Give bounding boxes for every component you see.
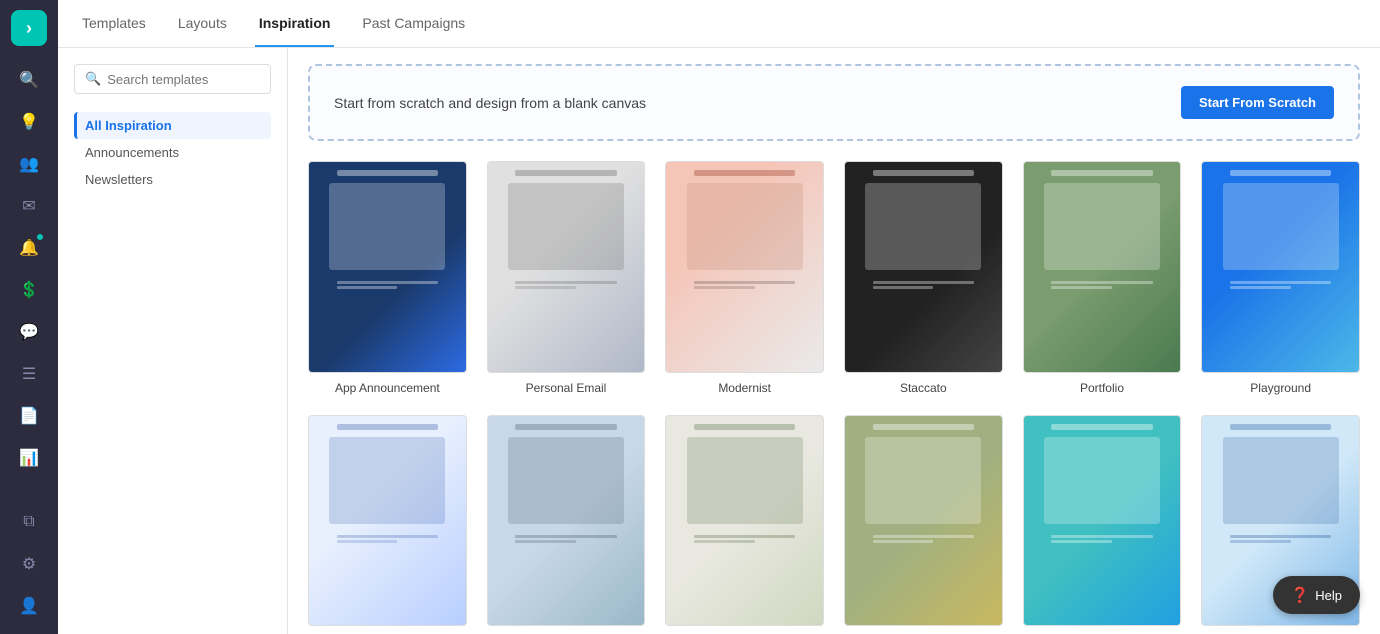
tab-past-campaigns[interactable]: Past Campaigns — [358, 1, 469, 47]
sidebar-chart-icon[interactable]: 📊 — [11, 440, 47, 476]
template-office[interactable]: Office — [487, 415, 646, 634]
thumb-office — [487, 415, 646, 627]
template-staccato[interactable]: Staccato — [844, 161, 1003, 395]
sidebar-dollar-icon[interactable]: 💲 — [11, 272, 47, 308]
template-modernist[interactable]: Modernist — [665, 161, 824, 395]
sidebar-layers-icon[interactable]: ⧉ — [11, 504, 47, 540]
thumb-new-app — [308, 415, 467, 627]
thumb-webinar — [665, 415, 824, 627]
scratch-text: Start from scratch and design from a bla… — [334, 95, 646, 111]
thumb-home-decor — [844, 415, 1003, 627]
sidebar-notification-icon[interactable]: 🔔 — [11, 230, 47, 266]
thumb-staccato — [844, 161, 1003, 373]
help-button[interactable]: ❓ Help — [1273, 576, 1360, 614]
start-from-scratch-button[interactable]: Start From Scratch — [1181, 86, 1334, 119]
scratch-banner: Start from scratch and design from a bla… — [308, 64, 1360, 141]
tab-layouts[interactable]: Layouts — [174, 1, 231, 47]
search-icon: 🔍 — [85, 71, 101, 87]
sidebar-lightbulb-icon[interactable]: 💡 — [11, 104, 47, 140]
sidebar-chat-icon[interactable]: 💬 — [11, 314, 47, 350]
template-grid-row1: App Announcement Personal Ema — [308, 161, 1360, 395]
templates-area: Start from scratch and design from a bla… — [288, 48, 1380, 634]
filter-all-inspiration[interactable]: All Inspiration — [74, 112, 271, 139]
main-content: Templates Layouts Inspiration Past Campa… — [58, 0, 1380, 634]
template-grid-row2: New App Office — [308, 415, 1360, 634]
thumb-playground — [1201, 161, 1360, 373]
sidebar: › 🔍 💡 👥 ✉ 🔔 💲 💬 ☰ 📄 📊 ⧉ ⚙ 👤 — [0, 0, 58, 634]
thumb-modernist — [665, 161, 824, 373]
sidebar-list-icon[interactable]: ☰ — [11, 356, 47, 392]
template-label: Portfolio — [1080, 381, 1124, 395]
sidebar-search-icon[interactable]: 🔍 — [11, 62, 47, 98]
sidebar-user-icon[interactable]: 👤 — [11, 588, 47, 624]
template-label: Staccato — [900, 381, 947, 395]
template-announcement[interactable]: Announcement — [1023, 415, 1182, 634]
template-personal-email[interactable]: Personal Email — [487, 161, 646, 395]
filter-announcements[interactable]: Announcements — [74, 139, 271, 166]
tab-templates[interactable]: Templates — [78, 1, 150, 47]
template-playground[interactable]: Playground — [1201, 161, 1360, 395]
template-webinar[interactable]: Webinar — [665, 415, 824, 634]
topnav: Templates Layouts Inspiration Past Campa… — [58, 0, 1380, 48]
thumb-announcement — [1023, 415, 1182, 627]
template-app-announcement[interactable]: App Announcement — [308, 161, 467, 395]
help-label: Help — [1315, 588, 1342, 603]
template-label: Personal Email — [526, 381, 607, 395]
template-label: Playground — [1250, 381, 1311, 395]
sidebar-mail-icon[interactable]: ✉ — [11, 188, 47, 224]
thumb-personal-email — [487, 161, 646, 373]
content-area: 🔍 All Inspiration Announcements Newslett… — [58, 48, 1380, 634]
notification-badge — [35, 232, 45, 242]
template-portfolio[interactable]: Portfolio — [1023, 161, 1182, 395]
app-logo[interactable]: › — [11, 10, 47, 46]
sidebar-document-icon[interactable]: 📄 — [11, 398, 47, 434]
thumb-portfolio — [1023, 161, 1182, 373]
template-label: App Announcement — [335, 381, 440, 395]
sidebar-settings-icon[interactable]: ⚙ — [11, 546, 47, 582]
tab-inspiration[interactable]: Inspiration — [255, 1, 335, 47]
sidebar-users-icon[interactable]: 👥 — [11, 146, 47, 182]
filter-panel: 🔍 All Inspiration Announcements Newslett… — [58, 48, 288, 634]
template-home-decor[interactable]: Home Decor — [844, 415, 1003, 634]
template-new-app[interactable]: New App — [308, 415, 467, 634]
template-label: Modernist — [718, 381, 771, 395]
help-circle-icon: ❓ — [1291, 586, 1310, 604]
search-box[interactable]: 🔍 — [74, 64, 271, 94]
search-input[interactable] — [107, 72, 260, 87]
filter-newsletters[interactable]: Newsletters — [74, 166, 271, 193]
thumb-app-announcement — [308, 161, 467, 373]
